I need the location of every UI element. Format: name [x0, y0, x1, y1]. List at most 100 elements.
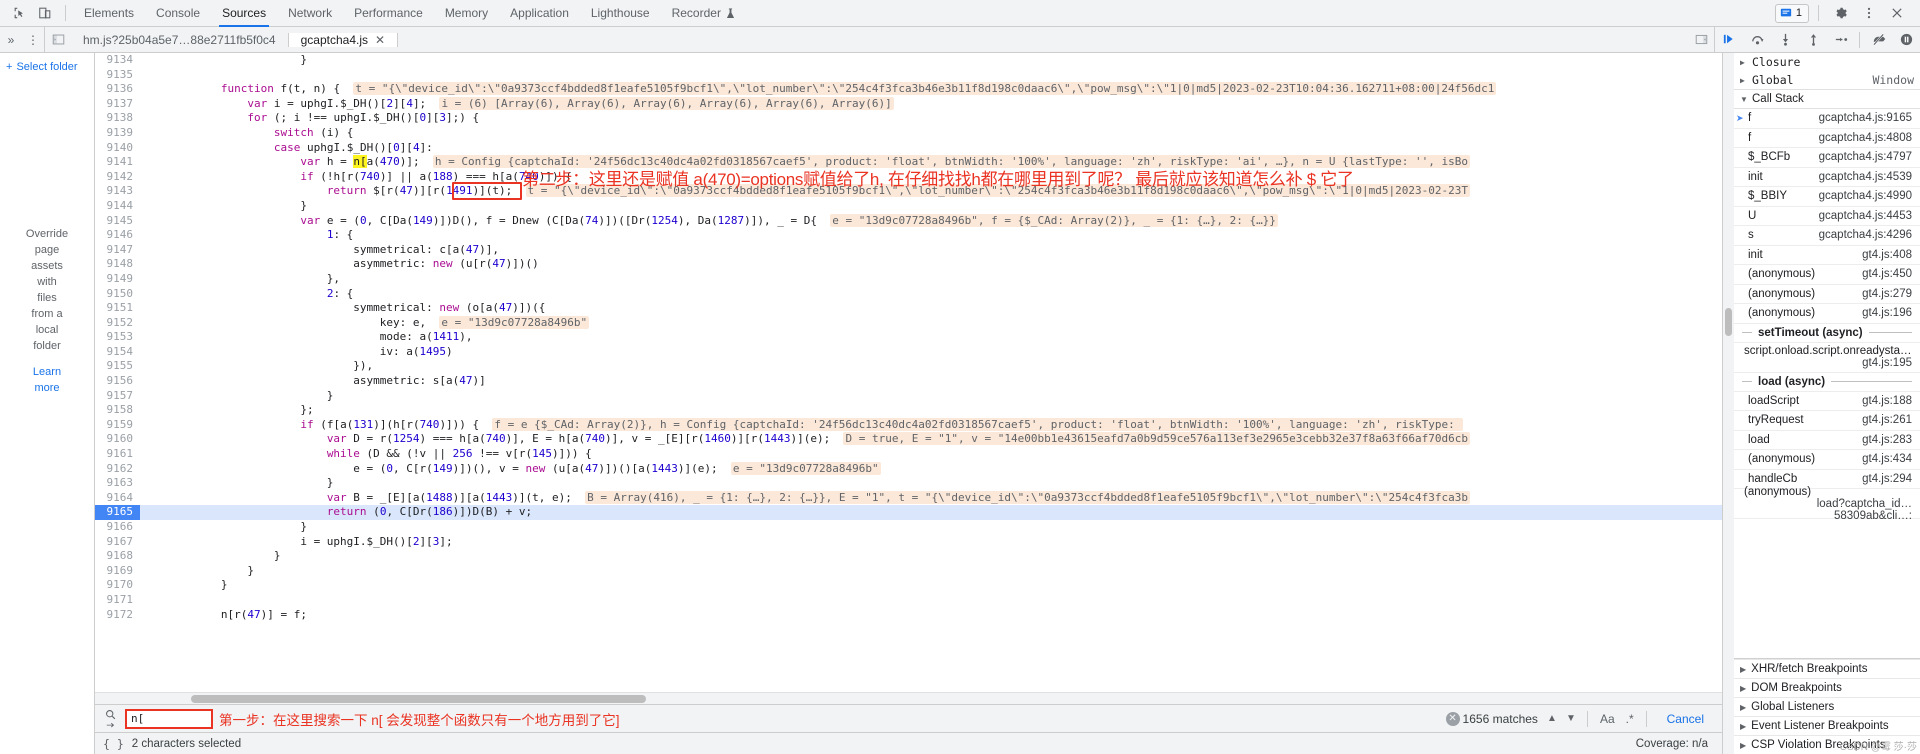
file-tab-hm-js[interactable]: hm.js?25b04a5e7…88e2711fb5f0c4 [71, 32, 289, 47]
line-number[interactable]: 9140 [95, 140, 140, 156]
code-line[interactable]: 9146 1: { [95, 228, 1722, 243]
line-number[interactable]: 9143 [95, 184, 140, 199]
call-stack-row[interactable]: loadScript gt4.js:188 [1734, 392, 1920, 411]
clear-search-icon[interactable]: ✕ [1445, 711, 1460, 726]
tab-lighthouse[interactable]: Lighthouse [580, 0, 661, 27]
section-global-listeners[interactable]: ▶ Global Listeners [1734, 697, 1920, 716]
code-line[interactable]: 9172 n[r(47)] = f; [95, 607, 1722, 623]
line-number[interactable]: 9154 [95, 344, 140, 360]
search-next-match-icon[interactable]: ▼ [1563, 710, 1579, 728]
code-line[interactable]: 9135 [95, 67, 1722, 83]
cancel-search-button[interactable]: Cancel [1655, 712, 1716, 726]
line-number[interactable]: 9147 [95, 242, 140, 258]
sources-more-options-icon[interactable]: ⋮ [22, 27, 44, 53]
call-stack-row[interactable]: f gcaptcha4.js:4808 [1734, 129, 1920, 148]
line-number[interactable]: 9167 [95, 534, 140, 550]
line-number[interactable]: 9136 [95, 82, 140, 97]
line-number[interactable]: 9138 [95, 111, 140, 126]
toggle-debugger-sidebar-icon[interactable] [1688, 27, 1714, 53]
code-line[interactable]: 9148 asymmetric: new (u[r(47)])() [95, 257, 1722, 272]
code-line[interactable]: 9156 asymmetric: s[a(47)] [95, 374, 1722, 389]
code-line[interactable]: 9165 return (0, C[Dr(186)])D(B) + v; [95, 505, 1722, 520]
code-line[interactable]: 9158 }; [95, 403, 1722, 418]
line-number[interactable]: 9155 [95, 359, 140, 375]
code-line[interactable]: 9138 for (; i !== uphgI.$_DH()[0][3];) { [95, 111, 1722, 126]
tab-performance[interactable]: Performance [343, 0, 434, 27]
line-number[interactable]: 9145 [95, 213, 140, 229]
tab-network[interactable]: Network [277, 0, 343, 27]
editor-horizontal-scrollbar[interactable] [95, 692, 1722, 704]
step-into-next-function-call-icon[interactable] [1771, 27, 1799, 53]
editor-hscroll-thumb[interactable] [191, 695, 646, 703]
code-line[interactable]: 9151 symmetrical: new (o[a(47)])({ [95, 301, 1722, 316]
line-number[interactable]: 9162 [95, 461, 140, 477]
code-line[interactable]: 9137 var i = uphgI.$_DH()[2][4]; i = (6)… [95, 96, 1722, 112]
code-line[interactable]: 9167 i = uphgI.$_DH()[2][3]; [95, 534, 1722, 550]
line-number[interactable]: 9141 [95, 155, 140, 170]
code-line[interactable]: 9136 function f(t, n) { t = "{\"device_i… [95, 82, 1722, 97]
device-toolbar-icon[interactable] [32, 1, 58, 25]
line-number[interactable]: 9161 [95, 447, 140, 462]
match-case-toggle[interactable]: Aa [1596, 712, 1619, 726]
file-tab-gcaptcha4-js[interactable]: gcaptcha4.js ✕ [288, 32, 399, 47]
code-line[interactable]: 9147 symmetrical: c[a(47)], [95, 242, 1722, 258]
inspect-element-icon[interactable] [6, 1, 32, 25]
tab-elements[interactable]: Elements [73, 0, 145, 27]
code-line[interactable]: 9161 while (D && (!v || 256 !== v[r(145)… [95, 447, 1722, 462]
code-line[interactable]: 9149 }, [95, 271, 1722, 287]
file-tab-close-icon[interactable]: ✕ [375, 33, 385, 47]
call-stack-row[interactable]: (anonymous) gt4.js:279 [1734, 285, 1920, 304]
step-over-next-function-call-icon[interactable] [1743, 27, 1771, 53]
pause-on-exceptions-icon[interactable] [1892, 27, 1920, 53]
pretty-print-icon[interactable]: { } [103, 737, 124, 751]
call-stack-row[interactable]: (anonymous) gt4.js:450 [1734, 265, 1920, 285]
call-stack-row[interactable]: $_BCFb gcaptcha4.js:4797 [1734, 148, 1920, 168]
call-stack-row[interactable]: s gcaptcha4.js:4296 [1734, 226, 1920, 246]
line-number[interactable]: 9172 [95, 607, 140, 623]
call-stack-row[interactable]: (anonymous) gt4.js:434 [1734, 450, 1920, 470]
tab-sources[interactable]: Sources [211, 0, 277, 27]
call-stack-row[interactable]: $_BBIY gcaptcha4.js:4990 [1734, 187, 1920, 207]
code-line[interactable]: 9153 mode: a(1411), [95, 330, 1722, 345]
code-line[interactable]: 9145 var e = (0, C[Da(149)])D(), f = Dne… [95, 213, 1722, 229]
code-line[interactable]: 9157 } [95, 388, 1722, 404]
line-number[interactable]: 9135 [95, 67, 140, 83]
code-line[interactable]: 9170 } [95, 578, 1722, 593]
call-stack-row[interactable]: (anonymous) gt4.js:196 [1734, 304, 1920, 324]
code-line[interactable]: 9166 } [95, 520, 1722, 535]
line-number[interactable]: 9164 [95, 490, 140, 506]
call-stack-header[interactable]: ▼ Call Stack [1734, 89, 1920, 109]
call-stack-row[interactable]: tryRequest gt4.js:261 [1734, 411, 1920, 431]
editor-vscroll-thumb[interactable] [1725, 308, 1732, 336]
line-number[interactable]: 9144 [95, 198, 140, 214]
line-number[interactable]: 9152 [95, 315, 140, 331]
code-line[interactable]: 9139 switch (i) { [95, 125, 1722, 141]
line-number[interactable]: 9157 [95, 388, 140, 404]
code-line[interactable]: 9171 [95, 592, 1722, 608]
line-number[interactable]: 9151 [95, 301, 140, 316]
learn-more-link-1[interactable]: more [34, 382, 59, 394]
line-number[interactable]: 9170 [95, 578, 140, 593]
line-number[interactable]: 9153 [95, 330, 140, 345]
resume-script-execution-icon[interactable] [1715, 27, 1743, 53]
code-viewport[interactable]: 9134 } 9135 9136 function f(t, n) { t = "{… [95, 53, 1722, 692]
step-out-of-current-function-icon[interactable] [1799, 27, 1827, 53]
code-line[interactable]: 9168 } [95, 549, 1722, 564]
code-line[interactable]: 9162 e = (0, C[r(149)])(), v = new (u[a(… [95, 461, 1722, 477]
line-number[interactable]: 9166 [95, 520, 140, 535]
call-stack-row[interactable]: (anonymous) load?captcha_id…58309ab&cli…: [1734, 486, 1920, 522]
line-number[interactable]: 9160 [95, 432, 140, 448]
line-number[interactable]: 9159 [95, 417, 140, 433]
line-number[interactable]: 9149 [95, 271, 140, 287]
code-line[interactable]: 9134 } [95, 53, 1722, 68]
show-more-panels-icon[interactable]: » [0, 27, 22, 53]
line-number[interactable]: 9142 [95, 169, 140, 185]
code-line[interactable]: 9155 }), [95, 359, 1722, 375]
code-line[interactable]: 9144 } [95, 198, 1722, 214]
line-number[interactable]: 9165 [95, 505, 140, 520]
toggle-navigator-icon[interactable] [45, 27, 71, 53]
call-stack-row[interactable]: script.onload.script.onreadysta… gt4.js:1… [1734, 343, 1920, 373]
code-line[interactable]: 9152 key: e, e = "13d9c07728a8496b" [95, 315, 1722, 331]
call-stack-row[interactable]: Ugcaptcha4.js:4453 [1734, 207, 1920, 226]
call-stack-row[interactable]: ➤ f gcaptcha4.js:9165 [1734, 109, 1920, 129]
